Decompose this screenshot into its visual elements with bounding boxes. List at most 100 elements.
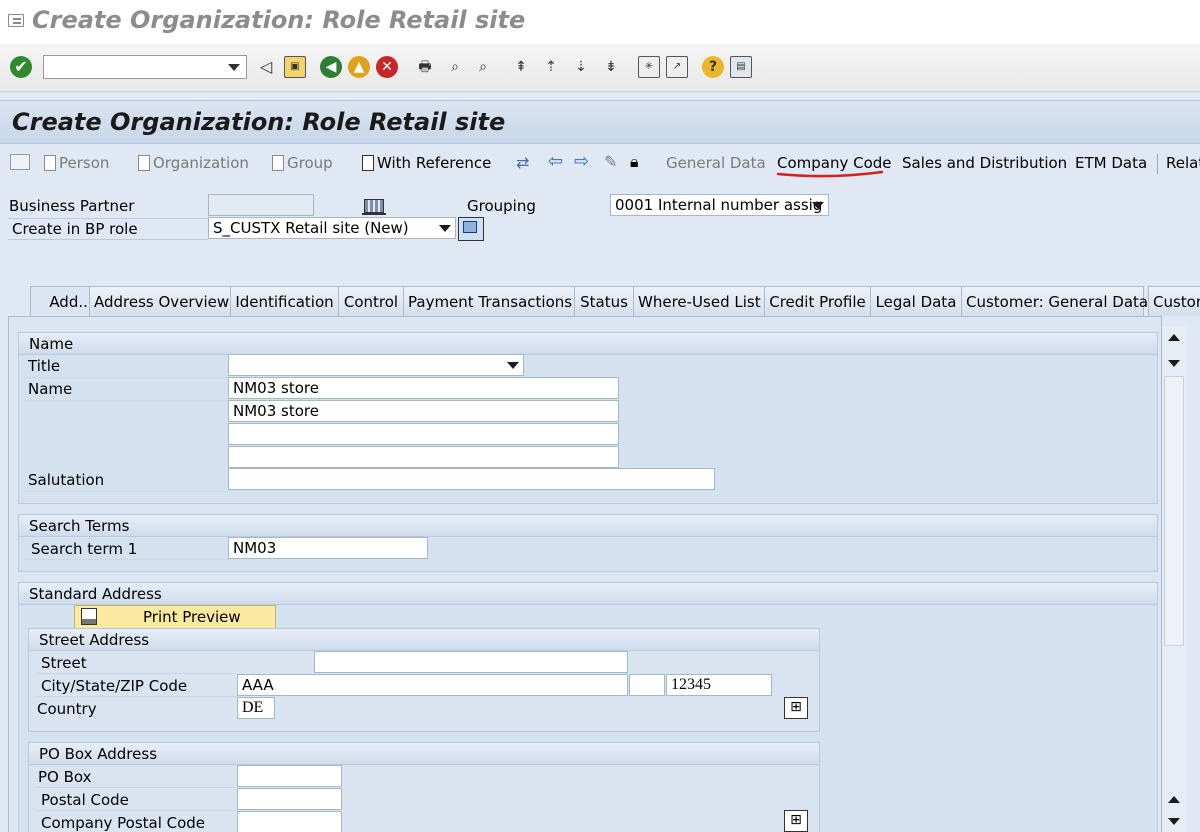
- scroll-down-icon[interactable]: [1168, 360, 1180, 367]
- back-icon[interactable]: ◀: [320, 56, 342, 78]
- city-input[interactable]: AAA: [237, 674, 628, 696]
- state-input[interactable]: [629, 674, 665, 696]
- po-box-expand-icon[interactable]: ⊞: [784, 810, 808, 832]
- name3-input[interactable]: [228, 423, 619, 445]
- company-postal-code-input[interactable]: [237, 811, 342, 832]
- row-divider: [36, 673, 236, 674]
- chevron-down-icon[interactable]: [228, 64, 240, 71]
- scroll-page-down-icon[interactable]: [1168, 818, 1180, 825]
- tab-where-used-list[interactable]: Where-Used List: [633, 286, 765, 316]
- previous-page-icon[interactable]: ⇡: [540, 56, 562, 78]
- layout-menu-icon[interactable]: ▤: [730, 56, 752, 78]
- name2-input[interactable]: NM03 store: [228, 400, 619, 422]
- postal-code-input[interactable]: [237, 788, 342, 810]
- business-partner-label: Business Partner: [9, 197, 135, 215]
- group-label: Group: [287, 154, 333, 172]
- toolbar-separator: [1157, 154, 1158, 174]
- bp-role-select[interactable]: S_CUSTX Retail site (New): [208, 217, 456, 239]
- find-icon[interactable]: ⌕: [444, 56, 466, 78]
- country-input[interactable]: DE: [237, 697, 275, 719]
- po-box-label: PO Box: [38, 768, 92, 786]
- scroll-page-up-icon[interactable]: [1168, 796, 1180, 803]
- enter-check-icon[interactable]: ✔: [10, 56, 32, 78]
- name1-input[interactable]: NM03 store: [228, 377, 619, 399]
- name-label: Name: [28, 380, 73, 398]
- grouping-value: 0001 Internal number assig: [615, 196, 823, 214]
- person-button[interactable]: Person: [44, 153, 109, 173]
- po-box-input[interactable]: [237, 765, 342, 787]
- tab-customer-more[interactable]: Custon: [1148, 286, 1200, 316]
- organization-label: Organization: [153, 154, 249, 172]
- bp-role-label: Create in BP role: [12, 220, 138, 238]
- title-select[interactable]: [228, 354, 524, 376]
- city-state-zip-label: City/State/ZIP Code: [41, 677, 188, 695]
- tab-identification[interactable]: Identification: [230, 286, 339, 316]
- row-divider: [24, 491, 228, 492]
- help-icon[interactable]: ?: [702, 56, 724, 78]
- group-button[interactable]: Group: [272, 153, 333, 173]
- shortcut-icon[interactable]: ↗: [666, 56, 688, 78]
- sales-distribution-button[interactable]: Sales and Distribution: [902, 153, 1067, 173]
- chevron-down-icon[interactable]: [439, 225, 451, 232]
- tab-customer-general-data[interactable]: Customer: General Data: [961, 286, 1148, 316]
- cancel-icon[interactable]: ✕: [376, 56, 398, 78]
- lock-icon[interactable]: 🔒︎: [630, 152, 639, 172]
- country-label: Country: [37, 700, 97, 718]
- back-arrow-icon[interactable]: ◁: [255, 56, 277, 78]
- name-group-title: Name: [19, 333, 1157, 355]
- exit-icon[interactable]: ▲: [348, 56, 370, 78]
- printer-icon: [81, 608, 97, 625]
- find-next-icon[interactable]: ⌕: [472, 56, 494, 78]
- last-page-icon[interactable]: ⇟: [600, 56, 622, 78]
- new-session-icon[interactable]: ✳: [638, 56, 660, 78]
- name4-input[interactable]: [228, 446, 619, 468]
- document-icon: [272, 155, 284, 171]
- switch-icon[interactable]: ⇄: [516, 153, 529, 173]
- previous-arrow-icon[interactable]: ⇦: [548, 152, 563, 172]
- tab-control[interactable]: Control: [338, 286, 404, 316]
- with-reference-button[interactable]: With Reference: [362, 153, 491, 173]
- save-icon[interactable]: ▣: [284, 56, 306, 78]
- organization-button[interactable]: Organization: [138, 153, 249, 173]
- salutation-input[interactable]: [228, 468, 715, 490]
- system-toolbar: ✔ ◁ ▣ ◀ ▲ ✕ 🖶 ⌕ ⌕ ⇞ ⇡ ⇣ ⇟ ✳ ↗ ? ▤: [0, 44, 1200, 92]
- edit-pencil-icon[interactable]: ✎: [604, 152, 617, 172]
- zip-input[interactable]: 12345: [666, 674, 772, 696]
- address-expand-icon[interactable]: ⊞: [784, 697, 808, 719]
- scrollbar-thumb[interactable]: [1164, 376, 1184, 646]
- command-field[interactable]: [43, 55, 247, 79]
- red-annotation-underline: [776, 170, 884, 178]
- print-preview-button[interactable]: Print Preview: [74, 605, 276, 629]
- etm-data-button[interactable]: ETM Data: [1075, 153, 1147, 173]
- next-page-icon[interactable]: ⇣: [570, 56, 592, 78]
- document-icon: [44, 155, 56, 171]
- chevron-down-icon[interactable]: [507, 362, 519, 369]
- locator-icon[interactable]: [10, 154, 30, 170]
- tab-address-overview[interactable]: Address Overview: [89, 286, 231, 316]
- business-partner-field[interactable]: [208, 194, 314, 216]
- general-data-button[interactable]: General Data: [666, 153, 766, 173]
- grouping-select[interactable]: 0001 Internal number assig: [610, 194, 829, 216]
- tab-payment-transactions[interactable]: Payment Transactions: [403, 286, 575, 316]
- tab-credit-profile[interactable]: Credit Profile: [764, 286, 871, 316]
- tab-legal-data[interactable]: Legal Data: [870, 286, 962, 316]
- title-label: Title: [28, 357, 61, 375]
- street-input[interactable]: [314, 651, 628, 673]
- next-arrow-icon[interactable]: ⇨: [574, 152, 589, 172]
- window-title-bar: Create Organization: Role Retail site: [0, 0, 1200, 44]
- switch-role-icon[interactable]: [458, 217, 484, 241]
- search-terms-group: Search Terms: [18, 514, 1158, 572]
- company-postal-code-label: Company Postal Code: [41, 814, 206, 832]
- vertical-scrollbar[interactable]: [1162, 326, 1186, 832]
- search-term1-input[interactable]: NM03: [228, 537, 428, 559]
- window-menu-icon[interactable]: [8, 14, 24, 27]
- tab-status[interactable]: Status: [574, 286, 634, 316]
- relationships-button[interactable]: Relat: [1166, 153, 1200, 173]
- first-page-icon[interactable]: ⇞: [510, 56, 532, 78]
- search-term1-label: Search term 1: [31, 540, 138, 558]
- salutation-label: Salutation: [28, 471, 105, 489]
- grouping-label: Grouping: [467, 197, 536, 215]
- chevron-down-icon[interactable]: [812, 202, 824, 209]
- scroll-up-icon[interactable]: [1168, 334, 1180, 341]
- print-icon[interactable]: 🖶: [414, 56, 436, 78]
